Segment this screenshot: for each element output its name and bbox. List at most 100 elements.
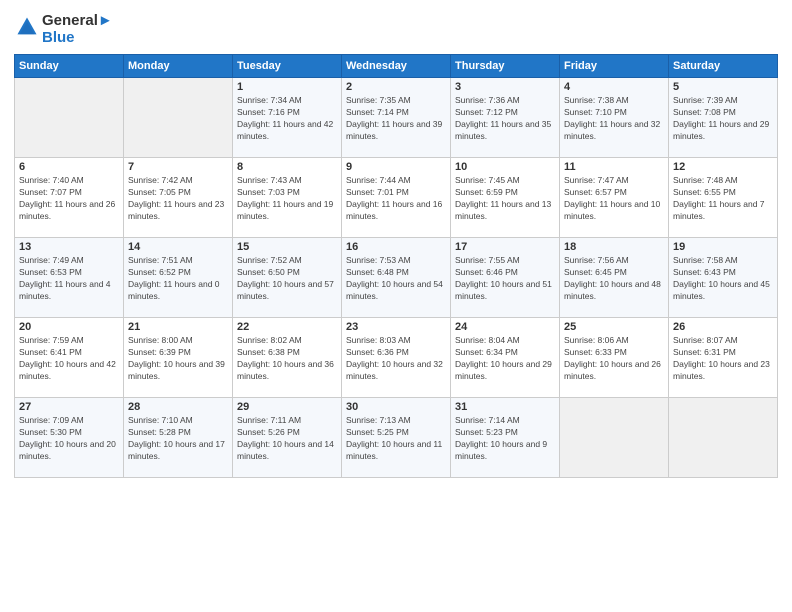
day-info: Sunrise: 7:34 AMSunset: 7:16 PMDaylight:… [237,95,337,143]
day-number: 11 [564,161,664,173]
day-info: Sunrise: 7:14 AMSunset: 5:23 PMDaylight:… [455,415,555,463]
day-info: Sunrise: 8:02 AMSunset: 6:38 PMDaylight:… [237,335,337,383]
day-info: Sunrise: 8:07 AMSunset: 6:31 PMDaylight:… [673,335,773,383]
calendar-cell: 17 Sunrise: 7:55 AMSunset: 6:46 PMDaylig… [451,238,560,318]
day-number: 22 [237,321,337,333]
calendar-cell: 14 Sunrise: 7:51 AMSunset: 6:52 PMDaylig… [124,238,233,318]
day-info: Sunrise: 7:40 AMSunset: 7:07 PMDaylight:… [19,175,119,223]
day-number: 7 [128,161,228,173]
day-info: Sunrise: 7:48 AMSunset: 6:55 PMDaylight:… [673,175,773,223]
day-info: Sunrise: 7:36 AMSunset: 7:12 PMDaylight:… [455,95,555,143]
calendar-cell: 26 Sunrise: 8:07 AMSunset: 6:31 PMDaylig… [669,318,778,398]
calendar-week-row: 6 Sunrise: 7:40 AMSunset: 7:07 PMDayligh… [15,158,778,238]
calendar-week-row: 1 Sunrise: 7:34 AMSunset: 7:16 PMDayligh… [15,78,778,158]
day-info: Sunrise: 7:51 AMSunset: 6:52 PMDaylight:… [128,255,228,303]
calendar-cell: 2 Sunrise: 7:35 AMSunset: 7:14 PMDayligh… [342,78,451,158]
day-number: 20 [19,321,119,333]
day-number: 12 [673,161,773,173]
day-number: 18 [564,241,664,253]
day-number: 25 [564,321,664,333]
day-number: 17 [455,241,555,253]
day-number: 30 [346,401,446,413]
day-number: 5 [673,81,773,93]
logo-icon [16,16,38,38]
header: General► Blue [14,12,778,46]
day-number: 15 [237,241,337,253]
calendar-cell: 31 Sunrise: 7:14 AMSunset: 5:23 PMDaylig… [451,398,560,478]
day-number: 16 [346,241,446,253]
day-number: 10 [455,161,555,173]
day-number: 21 [128,321,228,333]
calendar-cell: 12 Sunrise: 7:48 AMSunset: 6:55 PMDaylig… [669,158,778,238]
calendar-table: SundayMondayTuesdayWednesdayThursdayFrid… [14,54,778,478]
calendar-week-row: 13 Sunrise: 7:49 AMSunset: 6:53 PMDaylig… [15,238,778,318]
calendar-cell: 5 Sunrise: 7:39 AMSunset: 7:08 PMDayligh… [669,78,778,158]
calendar-cell: 29 Sunrise: 7:11 AMSunset: 5:26 PMDaylig… [233,398,342,478]
column-header-friday: Friday [560,55,669,78]
calendar-header-row: SundayMondayTuesdayWednesdayThursdayFrid… [15,55,778,78]
calendar-cell: 9 Sunrise: 7:44 AMSunset: 7:01 PMDayligh… [342,158,451,238]
day-info: Sunrise: 7:56 AMSunset: 6:45 PMDaylight:… [564,255,664,303]
calendar-week-row: 20 Sunrise: 7:59 AMSunset: 6:41 PMDaylig… [15,318,778,398]
column-header-monday: Monday [124,55,233,78]
day-info: Sunrise: 7:58 AMSunset: 6:43 PMDaylight:… [673,255,773,303]
day-number: 13 [19,241,119,253]
day-info: Sunrise: 7:47 AMSunset: 6:57 PMDaylight:… [564,175,664,223]
day-info: Sunrise: 7:35 AMSunset: 7:14 PMDaylight:… [346,95,446,143]
day-number: 31 [455,401,555,413]
calendar-cell: 24 Sunrise: 8:04 AMSunset: 6:34 PMDaylig… [451,318,560,398]
calendar-cell: 21 Sunrise: 8:00 AMSunset: 6:39 PMDaylig… [124,318,233,398]
column-header-tuesday: Tuesday [233,55,342,78]
day-number: 24 [455,321,555,333]
day-number: 26 [673,321,773,333]
day-info: Sunrise: 7:49 AMSunset: 6:53 PMDaylight:… [19,255,119,303]
day-number: 4 [564,81,664,93]
day-number: 27 [19,401,119,413]
calendar-cell: 20 Sunrise: 7:59 AMSunset: 6:41 PMDaylig… [15,318,124,398]
calendar-cell: 16 Sunrise: 7:53 AMSunset: 6:48 PMDaylig… [342,238,451,318]
calendar-cell: 30 Sunrise: 7:13 AMSunset: 5:25 PMDaylig… [342,398,451,478]
calendar-cell: 23 Sunrise: 8:03 AMSunset: 6:36 PMDaylig… [342,318,451,398]
column-header-wednesday: Wednesday [342,55,451,78]
day-number: 1 [237,81,337,93]
day-info: Sunrise: 7:10 AMSunset: 5:28 PMDaylight:… [128,415,228,463]
calendar-cell: 19 Sunrise: 7:58 AMSunset: 6:43 PMDaylig… [669,238,778,318]
day-info: Sunrise: 7:43 AMSunset: 7:03 PMDaylight:… [237,175,337,223]
calendar-cell [124,78,233,158]
calendar-cell: 4 Sunrise: 7:38 AMSunset: 7:10 PMDayligh… [560,78,669,158]
calendar-cell: 3 Sunrise: 7:36 AMSunset: 7:12 PMDayligh… [451,78,560,158]
day-number: 2 [346,81,446,93]
calendar-cell: 7 Sunrise: 7:42 AMSunset: 7:05 PMDayligh… [124,158,233,238]
column-header-sunday: Sunday [15,55,124,78]
column-header-thursday: Thursday [451,55,560,78]
day-info: Sunrise: 7:44 AMSunset: 7:01 PMDaylight:… [346,175,446,223]
column-header-saturday: Saturday [669,55,778,78]
day-info: Sunrise: 7:45 AMSunset: 6:59 PMDaylight:… [455,175,555,223]
day-number: 8 [237,161,337,173]
day-number: 19 [673,241,773,253]
day-info: Sunrise: 8:04 AMSunset: 6:34 PMDaylight:… [455,335,555,383]
day-info: Sunrise: 7:38 AMSunset: 7:10 PMDaylight:… [564,95,664,143]
day-number: 9 [346,161,446,173]
calendar-page: General► Blue SundayMondayTuesdayWednesd… [0,0,792,612]
day-info: Sunrise: 7:13 AMSunset: 5:25 PMDaylight:… [346,415,446,463]
day-info: Sunrise: 7:42 AMSunset: 7:05 PMDaylight:… [128,175,228,223]
calendar-cell: 22 Sunrise: 8:02 AMSunset: 6:38 PMDaylig… [233,318,342,398]
day-info: Sunrise: 7:53 AMSunset: 6:48 PMDaylight:… [346,255,446,303]
day-number: 29 [237,401,337,413]
day-info: Sunrise: 8:06 AMSunset: 6:33 PMDaylight:… [564,335,664,383]
calendar-cell [15,78,124,158]
day-info: Sunrise: 7:52 AMSunset: 6:50 PMDaylight:… [237,255,337,303]
calendar-cell [669,398,778,478]
calendar-cell: 6 Sunrise: 7:40 AMSunset: 7:07 PMDayligh… [15,158,124,238]
calendar-cell: 15 Sunrise: 7:52 AMSunset: 6:50 PMDaylig… [233,238,342,318]
day-number: 3 [455,81,555,93]
day-number: 6 [19,161,119,173]
logo: General► Blue [14,12,113,46]
calendar-cell: 13 Sunrise: 7:49 AMSunset: 6:53 PMDaylig… [15,238,124,318]
day-info: Sunrise: 8:03 AMSunset: 6:36 PMDaylight:… [346,335,446,383]
calendar-cell: 27 Sunrise: 7:09 AMSunset: 5:30 PMDaylig… [15,398,124,478]
day-info: Sunrise: 7:11 AMSunset: 5:26 PMDaylight:… [237,415,337,463]
calendar-cell: 10 Sunrise: 7:45 AMSunset: 6:59 PMDaylig… [451,158,560,238]
day-number: 28 [128,401,228,413]
